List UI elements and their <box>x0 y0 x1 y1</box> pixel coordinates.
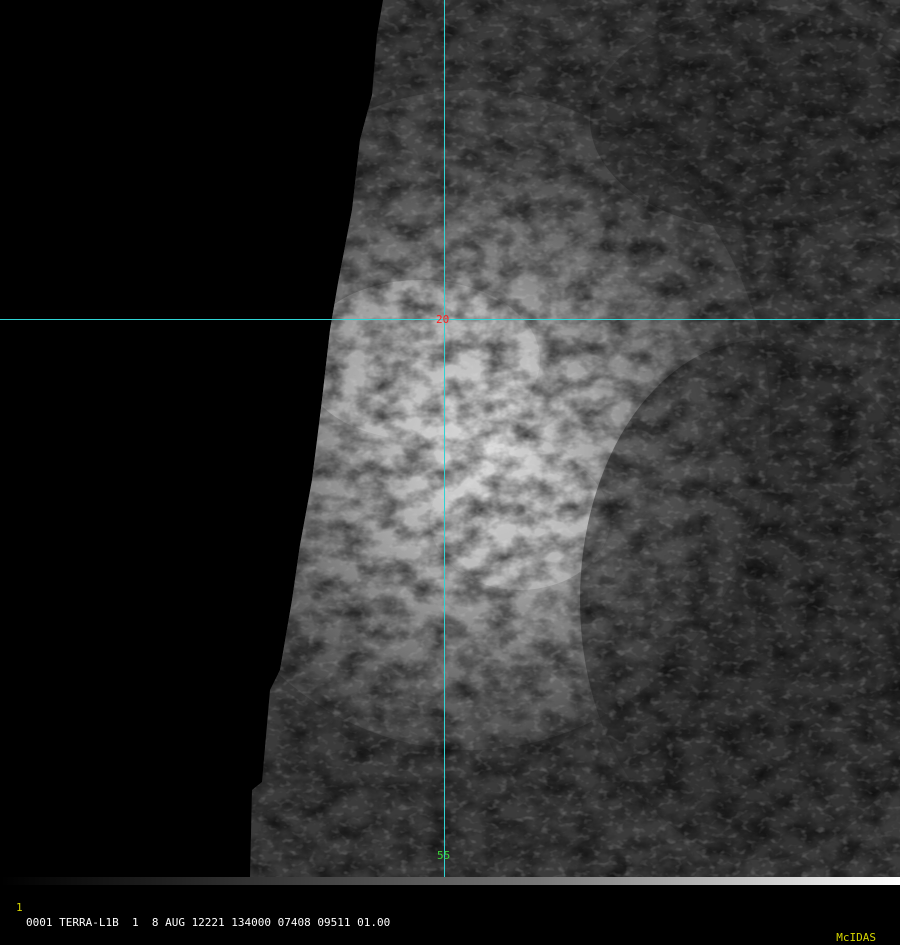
mcidas-label: McIDAS <box>836 931 876 944</box>
longitude-label: 55 <box>437 849 450 862</box>
imagery-swath <box>250 0 900 877</box>
image-caption: 0001 TERRA-L1B 1 8 AUG 12221 134000 0740… <box>26 916 391 929</box>
satellite-image-view: 20 55 <box>0 0 900 877</box>
latitude-label: 20 <box>436 313 449 326</box>
grayscale-ramp <box>0 877 900 885</box>
status-bar: 1 0001 TERRA-L1B 1 8 AUG 12221 134000 07… <box>0 885 900 944</box>
frame-index: 1 <box>16 901 23 914</box>
